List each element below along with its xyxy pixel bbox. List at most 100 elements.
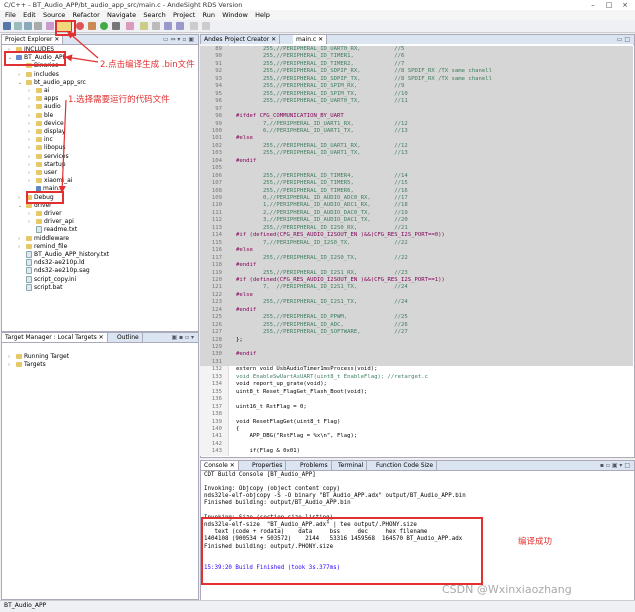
line-number: 122 bbox=[211, 291, 222, 298]
code-text: #else bbox=[236, 135, 253, 142]
code-line: 95 255,//PERIPHERAL_ID_SPIM_TX, //10 bbox=[200, 90, 633, 99]
code-line: 120 #if (defined(CFG_RES_AUDIO_I2SOUT_EN … bbox=[200, 276, 633, 285]
line-number: 106 bbox=[211, 172, 222, 179]
code-line: 125 255,//PERIPHERAL_ID_PPWM, //25 bbox=[200, 314, 633, 322]
code-text: APP_DBG("RstFlag = %x\n", Flag); bbox=[236, 433, 358, 440]
code-line: 136 bbox=[200, 396, 633, 404]
code-line: 134 void report_up_grate(void); bbox=[200, 381, 633, 389]
tab-target-manager[interactable]: Target Manager : Local Targets ✕ bbox=[2, 333, 108, 342]
tab-properties[interactable]: Properties bbox=[249, 461, 287, 470]
code-editor[interactable]: 89 255,//PERIPHERAL_ID_UART0_RX, //5 90 2… bbox=[200, 44, 633, 456]
tree-item-targets[interactable]: › Targets bbox=[8, 361, 46, 369]
line-number: 110 bbox=[211, 202, 222, 209]
code-line: 127 255,//PERIPHERAL_ID_SOFTWARE, //27 bbox=[200, 329, 633, 337]
code-text: 255,//PERIPHERAL_ID_SPIM_TX, //10 bbox=[236, 90, 408, 97]
tab-main-c[interactable]: main.c ✕ bbox=[293, 35, 328, 44]
code-line: 99 7,//PERIPHERAL_ID_UART1_RX, //12 bbox=[200, 120, 633, 128]
build-success-highlight-box bbox=[201, 517, 483, 585]
line-number: 136 bbox=[211, 396, 222, 403]
code-line: 141 APP_DBG("RstFlag = %x\n", Flag); bbox=[200, 433, 633, 441]
code-line: 133 void EnableSwUartAsUART(uint8_t Enabl… bbox=[200, 374, 633, 382]
target-view-icons[interactable]: ▣ ▪ ▫ ▾ bbox=[171, 333, 194, 342]
code-text: uint8_t Reset_FlagGet_Flash_Boot(void); bbox=[236, 388, 368, 395]
line-number: 142 bbox=[211, 440, 222, 447]
console-toolbar-icons[interactable]: ▪ ▫ ▣ ▾ □ bbox=[600, 461, 630, 470]
line-number: 97 bbox=[215, 105, 222, 112]
target-icon bbox=[16, 362, 22, 367]
code-text: #endif bbox=[236, 306, 257, 313]
line-number: 137 bbox=[211, 403, 222, 410]
line-number: 94 bbox=[215, 83, 222, 90]
code-line: 91 255,//PERIPHERAL_ID_TIMER2, //7 bbox=[200, 60, 633, 69]
code-text: 255,//PERIPHERAL_ID_SDPIF_RX, //8 SPDIF_… bbox=[236, 68, 492, 75]
code-text: if(Flag & 0x01) bbox=[236, 448, 300, 455]
line-number: 127 bbox=[211, 329, 222, 336]
tab-outline[interactable]: Outline bbox=[114, 333, 143, 342]
line-number: 105 bbox=[211, 165, 222, 172]
code-text: 255,//PERIPHERAL_ID_TIMER5, //15 bbox=[236, 180, 408, 187]
tab-console[interactable]: Console ✕ bbox=[201, 461, 239, 470]
watermark: CSDN @Wxinxiaozhang bbox=[442, 583, 572, 596]
code-line: 107 255,//PERIPHERAL_ID_TIMER5, //15 bbox=[200, 180, 633, 188]
code-text: 255,//PERIPHERAL_ID_UART0_TX, //11 bbox=[236, 98, 408, 105]
code-line: 130 #endif bbox=[200, 351, 633, 359]
console-line: Invoking: Objcopy (object content copy) bbox=[204, 486, 341, 492]
code-text: 255,//PERIPHERAL_ID_I2S0_RX, //21 bbox=[236, 224, 408, 231]
code-line: 119 255,//PERIPHERAL_ID_I2S1_RX, //23 bbox=[200, 269, 633, 277]
console-line: Finished building: output/BT_Audio_APP.b… bbox=[204, 500, 351, 507]
arrow-to-project bbox=[64, 54, 99, 63]
code-text: }; bbox=[236, 336, 243, 343]
code-text: void report_up_grate(void); bbox=[236, 381, 327, 388]
code-text: extern void UsbAudioTimer1msProcess(void… bbox=[236, 366, 378, 373]
line-number: 140 bbox=[211, 425, 222, 432]
tab-andes-project-creator[interactable]: Andes Project Creator ✕ bbox=[201, 35, 281, 44]
editor-window-controls[interactable]: ▭ □ bbox=[617, 35, 630, 44]
code-text: #else bbox=[236, 291, 253, 298]
line-number: 143 bbox=[211, 448, 222, 455]
code-line: 124 #endif bbox=[200, 306, 633, 315]
console-line: nds32le-elf-objcopy -S -O binary "BT_Aud… bbox=[204, 493, 466, 500]
code-line: 92 255,//PERIPHERAL_ID_SDPIF_RX, //8 SPD… bbox=[200, 68, 633, 76]
code-text: uint16_t RstFlag = 0; bbox=[236, 403, 307, 410]
target-manager-panel: Target Manager : Local Targets ✕ Outline… bbox=[1, 332, 199, 600]
code-line: 137 uint16_t RstFlag = 0; bbox=[200, 404, 633, 412]
line-number: 119 bbox=[211, 269, 222, 276]
line-number: 104 bbox=[211, 157, 222, 164]
console-header: CDT Build Console [BT_Audio_APP] bbox=[204, 472, 316, 478]
line-number: 126 bbox=[211, 321, 222, 328]
code-text: 255,//PERIPHERAL_ID_TIMER2, //7 bbox=[236, 60, 405, 67]
code-text: #endif bbox=[236, 351, 257, 358]
code-line: 132 extern void UsbAudioTimer1msProcess(v… bbox=[200, 366, 633, 374]
code-text: 255,//PERIPHERAL_ID_I2S1_RX, //23 bbox=[236, 269, 408, 276]
line-number: 131 bbox=[211, 358, 222, 365]
status-bar: BT_Audio_APP bbox=[0, 600, 635, 612]
line-number: 112 bbox=[211, 217, 222, 224]
code-line: 112 3,//PERIPHERAL_ID_AUDIO_DAC1_TX, //2… bbox=[200, 217, 633, 225]
code-text: 255,//PERIPHERAL_ID_TIMER4, //14 bbox=[236, 172, 408, 179]
code-line: 117 255,//PERIPHERAL_ID_I2S0_TX, //22 bbox=[200, 254, 633, 263]
code-line: 126 255,//PERIPHERAL_ID_ADC, //26 bbox=[200, 321, 633, 330]
line-number: 117 bbox=[211, 254, 222, 261]
target-icon bbox=[16, 354, 22, 359]
line-number: 102 bbox=[211, 142, 222, 149]
code-line: 104 #endif bbox=[200, 157, 633, 166]
code-line: 115 7,//PERIPHERAL_ID_I2S0_TX, //22 bbox=[200, 239, 633, 248]
code-text: 255,//PERIPHERAL_ID_SPIM_RX, //9 bbox=[236, 83, 405, 90]
line-number: 133 bbox=[211, 373, 222, 380]
code-text: 255,//PERIPHERAL_ID_UART1_RX, //12 bbox=[236, 142, 408, 149]
tab-function-code-size[interactable]: Function Code Size bbox=[373, 461, 438, 470]
line-number: 101 bbox=[211, 135, 222, 142]
code-line: 102 255,//PERIPHERAL_ID_UART1_RX, //12 bbox=[200, 142, 633, 151]
tree-item-running-target[interactable]: › Running Target bbox=[8, 353, 69, 361]
code-line: 108 255,//PERIPHERAL_ID_TIMER6, //16 bbox=[200, 187, 633, 196]
code-text: 255,//PERIPHERAL_ID_ADC, //26 bbox=[236, 321, 408, 328]
code-line: 90 255,//PERIPHERAL_ID_TIMER1, //6 bbox=[200, 53, 633, 61]
arrow-to-main-file bbox=[58, 99, 67, 194]
line-number: 92 bbox=[215, 68, 222, 75]
tab-terminal[interactable]: Terminal bbox=[335, 461, 368, 470]
line-number: 107 bbox=[211, 180, 222, 187]
code-line: 93 255,//PERIPHERAL_ID_SDPIF_TX, //8 SPD… bbox=[200, 75, 633, 84]
code-text: 3,//PERIPHERAL_ID_AUDIO_DAC1_TX, //20 bbox=[236, 217, 408, 224]
tab-problems[interactable]: Problems bbox=[297, 461, 332, 470]
